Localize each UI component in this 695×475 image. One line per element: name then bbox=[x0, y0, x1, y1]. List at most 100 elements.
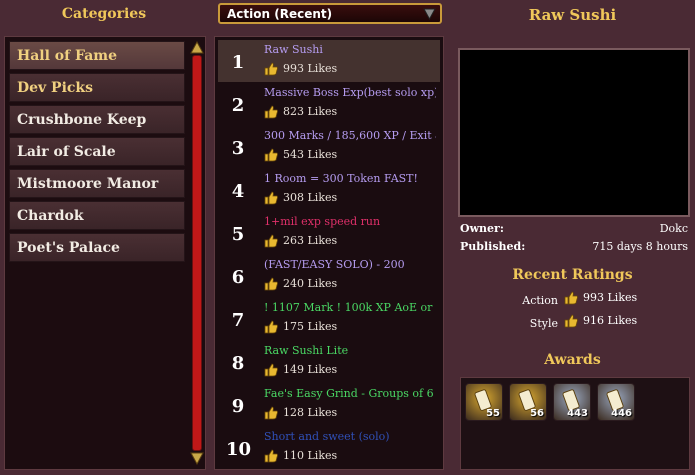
ranking-row[interactable]: 7 ! 1107 Mark ! 100k XP AoE or 175 Likes bbox=[218, 298, 440, 340]
category-poets-palace[interactable]: Poet's Palace bbox=[9, 233, 185, 262]
ranking-list: 1 Raw Sushi 993 Likes 2 Massive Boss Exp(bes… bbox=[214, 36, 444, 470]
published-label: Published: bbox=[460, 240, 526, 253]
scroll-down-icon[interactable] bbox=[190, 451, 204, 465]
categories-title: Categories bbox=[61, 6, 147, 22]
ranking-likes: 149 Likes bbox=[264, 363, 337, 377]
ranking-likes-text: 543 Likes bbox=[283, 148, 338, 161]
ranking-likes-text: 149 Likes bbox=[283, 363, 338, 376]
ranking-likes: 308 Likes bbox=[264, 191, 337, 205]
published-value: 715 days 8 hours bbox=[592, 240, 688, 253]
rating-style-label: Style bbox=[529, 317, 558, 330]
rank-number: 9 bbox=[231, 396, 245, 417]
preview-image bbox=[458, 48, 690, 217]
rating-action-label: Action bbox=[522, 294, 558, 307]
ranking-title: Massive Boss Exp(best solo xp) bbox=[264, 86, 436, 99]
category-mistmoore-manor[interactable]: Mistmoore Manor bbox=[9, 169, 185, 198]
scroll-silver-award-icon[interactable]: 443 bbox=[553, 383, 591, 421]
ranking-row[interactable]: 10 Short and sweet (solo) 110 Likes bbox=[218, 427, 440, 469]
rating-style-likes: 916 Likes bbox=[564, 314, 637, 328]
ranking-title: ! 1107 Mark ! 100k XP AoE or bbox=[264, 301, 433, 314]
rank-number: 7 bbox=[231, 310, 245, 331]
thumbs-up-icon bbox=[264, 277, 278, 291]
awards-title: Awards bbox=[544, 352, 601, 368]
ranking-row[interactable]: 2 Massive Boss Exp(best solo xp) 823 Likes bbox=[218, 83, 440, 125]
categories-scrollbar[interactable] bbox=[190, 41, 204, 465]
ranking-likes: 993 Likes bbox=[264, 62, 337, 76]
thumbs-up-icon bbox=[564, 291, 578, 305]
category-lair-of-scale[interactable]: Lair of Scale bbox=[9, 137, 185, 166]
rank-number: 6 bbox=[231, 267, 245, 288]
ranking-likes: 128 Likes bbox=[264, 406, 337, 420]
rating-action-likes-text: 993 Likes bbox=[583, 291, 638, 304]
ranking-title: 1+mil exp speed run bbox=[264, 215, 381, 228]
award-count: 55 bbox=[486, 408, 500, 419]
ranking-row[interactable]: 4 1 Room = 300 Token FAST! 308 Likes bbox=[218, 169, 440, 211]
ranking-likes-text: 993 Likes bbox=[283, 62, 338, 75]
category-hall-of-fame[interactable]: Hall of Fame bbox=[9, 41, 185, 70]
thumbs-up-icon bbox=[264, 105, 278, 119]
ranking-title: Fae's Easy Grind - Groups of 6 bbox=[264, 387, 434, 400]
categories-list: Hall of Fame Dev Picks Crushbone Keep La… bbox=[4, 36, 206, 470]
rank-number: 3 bbox=[231, 138, 245, 159]
rank-number: 5 bbox=[231, 224, 245, 245]
thumbs-up-icon bbox=[264, 191, 278, 205]
ranking-row[interactable]: 5 1+mil exp speed run 263 Likes bbox=[218, 212, 440, 254]
thumbs-up-icon bbox=[264, 148, 278, 162]
chevron-down-icon[interactable] bbox=[422, 6, 437, 21]
ranking-row[interactable]: 9 Fae's Easy Grind - Groups of 6 128 Likes bbox=[218, 384, 440, 426]
ranking-likes-text: 175 Likes bbox=[283, 320, 338, 333]
thumbs-up-icon bbox=[264, 363, 278, 377]
ranking-likes-text: 823 Likes bbox=[283, 105, 338, 118]
swirl-silver-award-icon[interactable]: 446 bbox=[597, 383, 635, 421]
ranking-row[interactable]: 3 300 Marks / 185,600 XP / Exit at 543 Lik… bbox=[218, 126, 440, 168]
ranking-likes: 823 Likes bbox=[264, 105, 337, 119]
rank-number: 8 bbox=[231, 353, 245, 374]
ranking-title: 1 Room = 300 Token FAST! bbox=[264, 172, 418, 185]
award-count: 446 bbox=[611, 408, 632, 419]
rank-number: 1 bbox=[231, 52, 245, 73]
owner-value: Dokc bbox=[659, 222, 688, 235]
award-count: 56 bbox=[530, 408, 544, 419]
ranking-title: Raw Sushi Lite bbox=[264, 344, 349, 357]
ranking-title: Raw Sushi bbox=[264, 43, 323, 56]
thumbs-up-icon bbox=[264, 406, 278, 420]
ranking-likes: 175 Likes bbox=[264, 320, 337, 334]
selected-title: Raw Sushi bbox=[528, 6, 617, 24]
category-chardok[interactable]: Chardok bbox=[9, 201, 185, 230]
recent-ratings-title: Recent Ratings bbox=[512, 267, 633, 283]
scroll-award-icon[interactable]: 55 bbox=[465, 383, 503, 421]
sort-dropdown[interactable]: Action (Recent) bbox=[218, 3, 442, 24]
scroll-up-icon[interactable] bbox=[190, 41, 204, 55]
thumbs-up-icon bbox=[264, 234, 278, 248]
ranking-title: (FAST/EASY SOLO) - 200 bbox=[264, 258, 405, 271]
owner-label: Owner: bbox=[460, 222, 504, 235]
ranking-row[interactable]: 1 Raw Sushi 993 Likes bbox=[218, 40, 440, 82]
ranking-likes-text: 263 Likes bbox=[283, 234, 338, 247]
rank-number: 10 bbox=[226, 439, 252, 460]
thumbs-up-icon bbox=[264, 449, 278, 463]
award-count: 443 bbox=[567, 408, 588, 419]
rank-number: 4 bbox=[231, 181, 245, 202]
ranking-row[interactable]: 6 (FAST/EASY SOLO) - 200 240 Likes bbox=[218, 255, 440, 297]
ranking-likes: 110 Likes bbox=[264, 449, 337, 463]
thumbs-up-icon bbox=[564, 314, 578, 328]
ranking-likes: 240 Likes bbox=[264, 277, 337, 291]
category-dev-picks[interactable]: Dev Picks bbox=[9, 73, 185, 102]
category-crushbone-keep[interactable]: Crushbone Keep bbox=[9, 105, 185, 134]
rank-number: 2 bbox=[231, 95, 245, 116]
ranking-likes-text: 110 Likes bbox=[283, 449, 338, 462]
awards-box: 55 56 443 446 bbox=[460, 377, 690, 470]
ranking-title: Short and sweet (solo) bbox=[264, 430, 390, 443]
ranking-row[interactable]: 8 Raw Sushi Lite 149 Likes bbox=[218, 341, 440, 383]
rating-style-likes-text: 916 Likes bbox=[583, 314, 638, 327]
thumbs-up-icon bbox=[264, 62, 278, 76]
sun-award-icon[interactable]: 56 bbox=[509, 383, 547, 421]
rating-action-likes: 993 Likes bbox=[564, 291, 637, 305]
ranking-likes-text: 128 Likes bbox=[283, 406, 338, 419]
sort-dropdown-value: Action (Recent) bbox=[227, 7, 333, 21]
thumbs-up-icon bbox=[264, 320, 278, 334]
scroll-track[interactable] bbox=[192, 55, 202, 451]
ranking-likes: 263 Likes bbox=[264, 234, 337, 248]
ranking-likes-text: 308 Likes bbox=[283, 191, 338, 204]
ranking-title: 300 Marks / 185,600 XP / Exit at bbox=[264, 129, 436, 142]
